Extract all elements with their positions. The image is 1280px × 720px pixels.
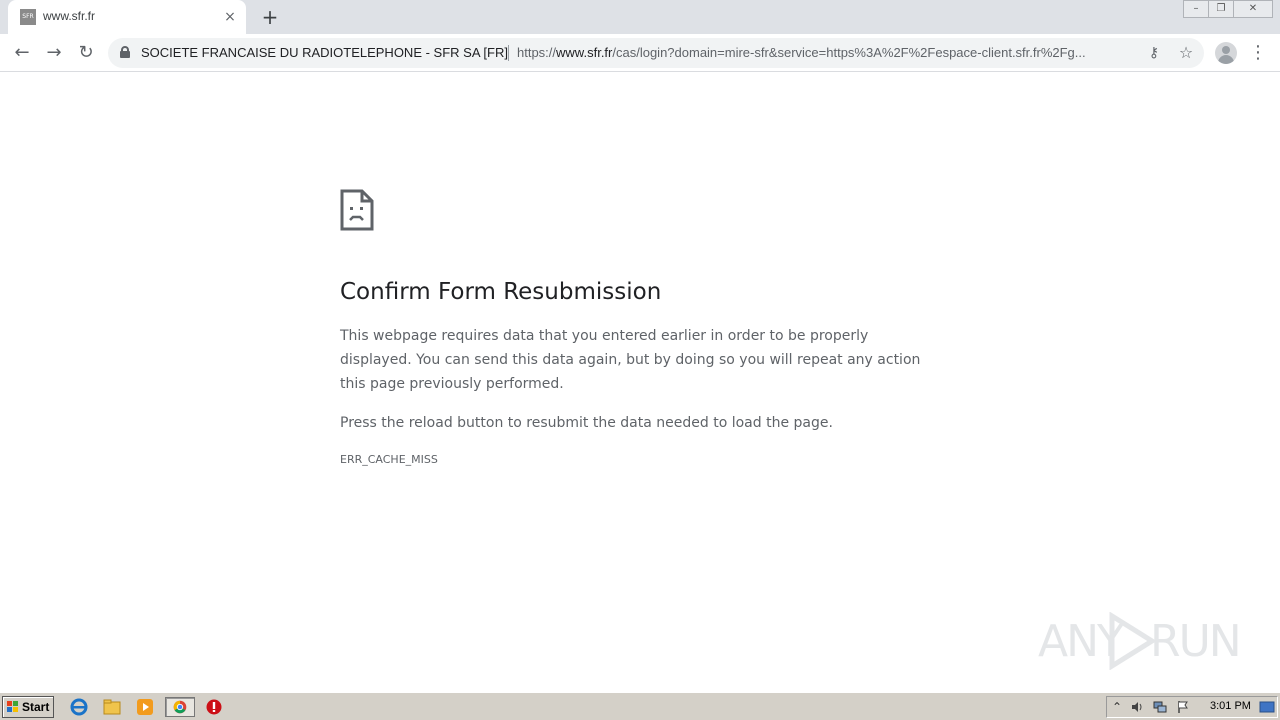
taskbar-clock[interactable]: 3:01 PM [1210, 700, 1251, 712]
address-bar[interactable]: SOCIETE FRANCAISE DU RADIOTELEPHONE - SF… [108, 38, 1204, 68]
windows-logo-icon [7, 701, 19, 713]
anyrun-watermark: ANY RUN [1038, 608, 1242, 672]
volume-icon[interactable] [1129, 699, 1145, 715]
profile-avatar-icon[interactable] [1215, 42, 1237, 64]
page-content: Confirm Form Resubmission This webpage r… [0, 72, 1280, 692]
back-button[interactable]: ← [8, 39, 36, 67]
chrome-taskbar-icon[interactable] [165, 697, 195, 717]
browser-window: SFR www.sfr.fr × + – ❐ ✕ ← → ↻ SOCIETE F… [0, 0, 1280, 720]
password-key-icon[interactable]: ⚷ [1145, 44, 1163, 62]
certificate-org-name[interactable]: SOCIETE FRANCAISE DU RADIOTELEPHONE - SF… [141, 45, 508, 60]
tray-expand-icon[interactable]: ⌃ [1109, 699, 1125, 715]
sfr-favicon-icon: SFR [20, 9, 36, 25]
url-path: /cas/login?domain=mire-sfr&service=https… [612, 45, 1086, 60]
new-tab-button[interactable]: + [258, 5, 282, 29]
error-hint: Press the reload button to resubmit the … [340, 415, 833, 431]
tab-title: www.sfr.fr [43, 9, 96, 23]
tab-sfr[interactable]: SFR www.sfr.fr × [8, 0, 246, 34]
watermark-right-text: RUN [1150, 616, 1242, 667]
action-center-flag-icon[interactable] [1175, 699, 1191, 715]
url-host: www.sfr.fr [556, 45, 613, 60]
browser-menu-icon[interactable]: ⋮ [1248, 39, 1268, 67]
browser-toolbar: ← → ↻ SOCIETE FRANCAISE DU RADIOTELEPHON… [0, 34, 1280, 72]
system-tray: ⌃ 3:01 PM [1106, 696, 1278, 718]
reload-button[interactable]: ↻ [72, 39, 100, 67]
minimize-button[interactable]: – [1183, 0, 1209, 18]
file-explorer-icon[interactable] [101, 697, 123, 717]
error-code: ERR_CACHE_MISS [340, 453, 438, 466]
bookmark-star-icon[interactable]: ☆ [1176, 43, 1196, 63]
media-player-icon[interactable] [134, 697, 156, 717]
tab-close-icon[interactable]: × [222, 9, 238, 25]
tab-strip: SFR www.sfr.fr × + – ❐ ✕ [0, 0, 1280, 34]
restore-button[interactable]: ❐ [1208, 0, 1234, 18]
opera-icon[interactable] [203, 697, 225, 717]
url-scheme: https:// [517, 45, 557, 60]
network-icon[interactable] [1152, 699, 1168, 715]
error-title: Confirm Form Resubmission [340, 279, 662, 305]
error-description: This webpage requires data that you ente… [340, 328, 921, 392]
url-text[interactable]: https://www.sfr.fr/cas/login?domain=mire… [517, 45, 1142, 60]
sad-document-icon [340, 189, 374, 231]
start-label: Start [22, 700, 50, 714]
omnibox-separator [508, 45, 509, 61]
close-window-button[interactable]: ✕ [1233, 0, 1273, 18]
show-desktop-icon[interactable] [1259, 699, 1275, 715]
internet-explorer-icon[interactable] [68, 697, 90, 717]
forward-button[interactable]: → [40, 39, 68, 67]
taskbar: Start ⌃ 3:01 PM [0, 692, 1280, 720]
start-button[interactable]: Start [2, 696, 54, 718]
lock-icon[interactable] [120, 46, 130, 58]
